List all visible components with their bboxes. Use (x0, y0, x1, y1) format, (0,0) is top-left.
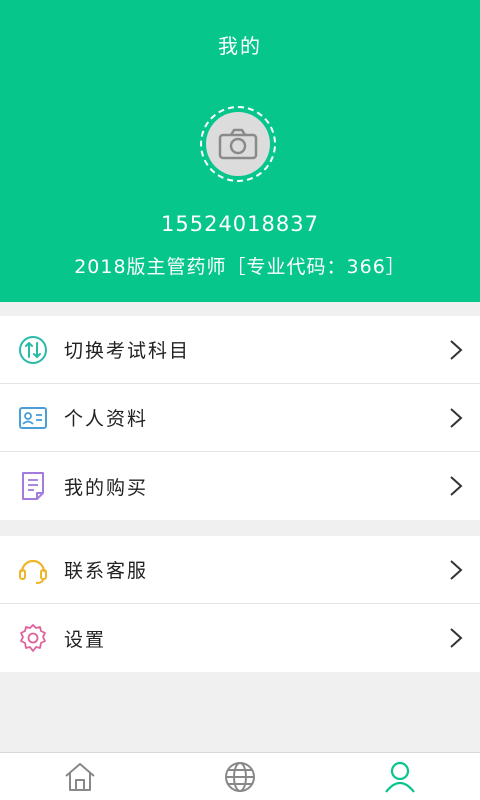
menu-item-personal-info[interactable]: 个人资料 (0, 384, 480, 452)
menu-item-label: 联系客服 (64, 560, 149, 582)
chevron-right-icon (450, 476, 463, 496)
profile-header: 我的 15524018837 2018版主管药师［专业代码：366］ (0, 0, 480, 302)
menu-group-support: 联系客服 设置 (0, 536, 480, 672)
menu-item-label: 切换考试科目 (64, 340, 191, 362)
chevron-right-icon (450, 407, 463, 428)
avatar[interactable] (206, 112, 270, 176)
user-icon (385, 761, 415, 793)
chevron-right-icon (450, 339, 463, 360)
phone-number: 15524018837 (161, 212, 319, 236)
menu-item-my-purchases[interactable]: 我的购买 (0, 452, 480, 520)
camera-icon (218, 128, 258, 160)
chevron-right-icon (450, 628, 463, 648)
document-icon (18, 471, 48, 501)
menu-item-label: 个人资料 (64, 408, 149, 430)
menu-item-label: 设置 (64, 628, 107, 651)
menu-group-account: 切换考试科目 个人资料 我的购买 (0, 316, 480, 520)
page-title: 我的 (218, 34, 262, 58)
id-card-icon (18, 403, 48, 433)
menu-item-label: 我的购买 (64, 476, 149, 499)
home-icon (65, 762, 95, 791)
menu-item-customer-service[interactable]: 联系客服 (0, 536, 480, 604)
bottom-nav (0, 752, 480, 800)
nav-home[interactable] (0, 753, 160, 800)
menu-item-settings[interactable]: 设置 (0, 604, 480, 672)
menu-item-switch-subject[interactable]: 切换考试科目 (0, 316, 480, 384)
gear-icon (18, 623, 48, 653)
nav-profile[interactable] (320, 753, 480, 800)
nav-discover[interactable] (160, 753, 320, 800)
globe-icon (225, 761, 255, 792)
switch-icon (18, 335, 48, 365)
exam-subject[interactable]: 2018版主管药师［专业代码：366］ (0, 252, 480, 279)
headset-icon (18, 555, 48, 585)
chevron-right-icon (450, 559, 463, 580)
